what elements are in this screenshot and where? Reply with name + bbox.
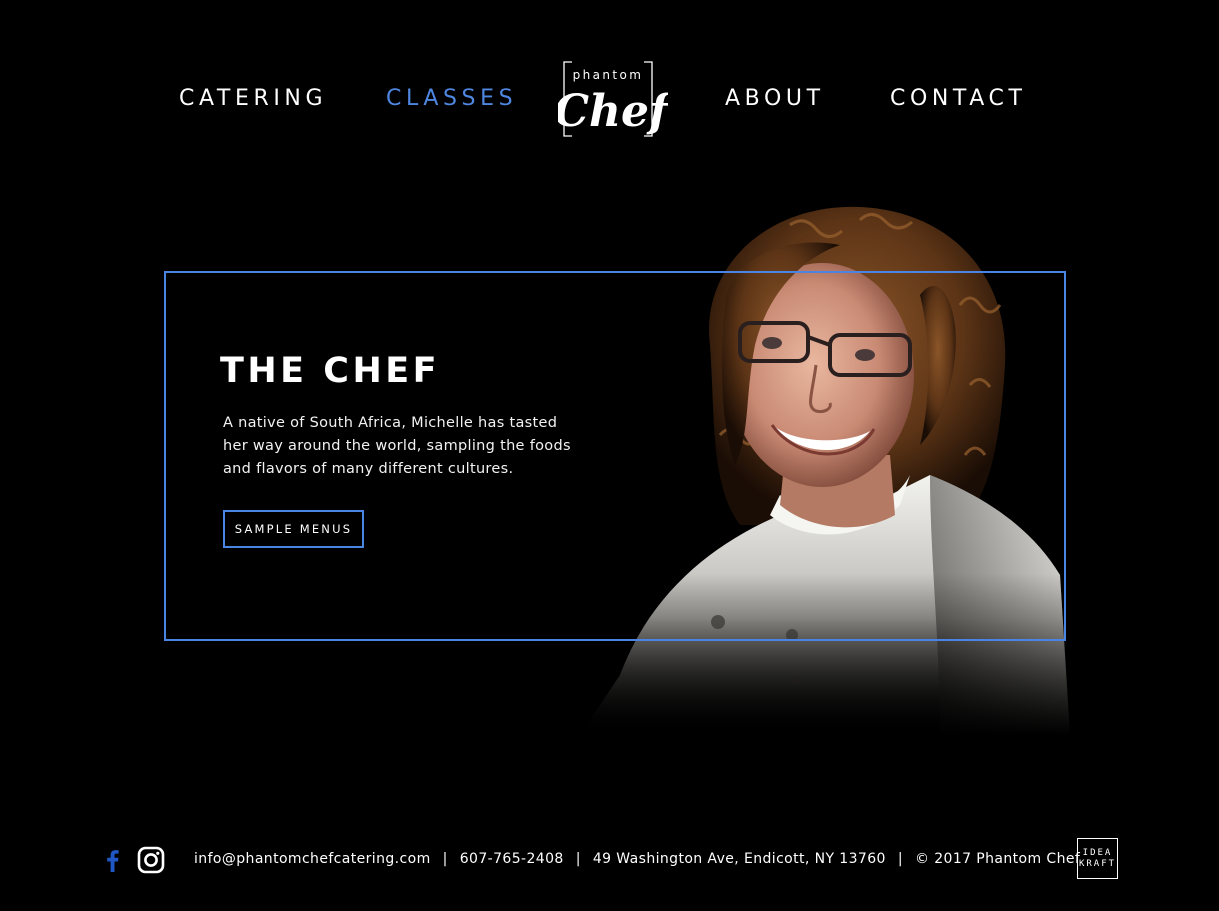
footer-address: 49 Washington Ave, Endicott, NY 13760: [592, 851, 886, 867]
badge-line-1: IDEA: [1082, 847, 1113, 858]
nav-item-about[interactable]: ABOUT: [725, 86, 825, 112]
footer-separator: |: [442, 851, 448, 867]
facebook-icon[interactable]: [98, 845, 128, 875]
logo-main-text: Chef: [558, 86, 668, 137]
footer-copyright: © 2017 Phantom Chef: [914, 851, 1081, 867]
nav-item-catering[interactable]: CATERING: [179, 86, 327, 112]
footer-separator: |: [897, 851, 903, 867]
footer-email-link[interactable]: info@phantomchefcatering.com: [194, 851, 431, 867]
nav-item-contact[interactable]: CONTACT: [890, 86, 1027, 112]
footer-separator: |: [575, 851, 581, 867]
hero-description: A native of South Africa, Michelle has t…: [223, 415, 571, 477]
idea-kraft-badge[interactable]: IDEA KRAFT: [1077, 838, 1118, 879]
badge-line-2: KRAFT: [1078, 858, 1117, 869]
logo-top-text: phantom: [573, 68, 644, 82]
instagram-icon[interactable]: [136, 845, 166, 875]
footer-contact-line: info@phantomchefcatering.com | 607-765-240…: [194, 850, 1080, 868]
phantom-chef-logo[interactable]: phantom Chef: [558, 58, 668, 140]
footer-phone-link[interactable]: 607-765-2408: [460, 851, 564, 867]
page: CATERING CLASSES phantom Chef ABOUT CONT…: [0, 0, 1219, 911]
nav-item-classes[interactable]: CLASSES: [386, 86, 517, 112]
hero-title: THE CHEF: [220, 351, 441, 391]
sample-menus-button[interactable]: SAMPLE MENUS: [223, 510, 364, 548]
